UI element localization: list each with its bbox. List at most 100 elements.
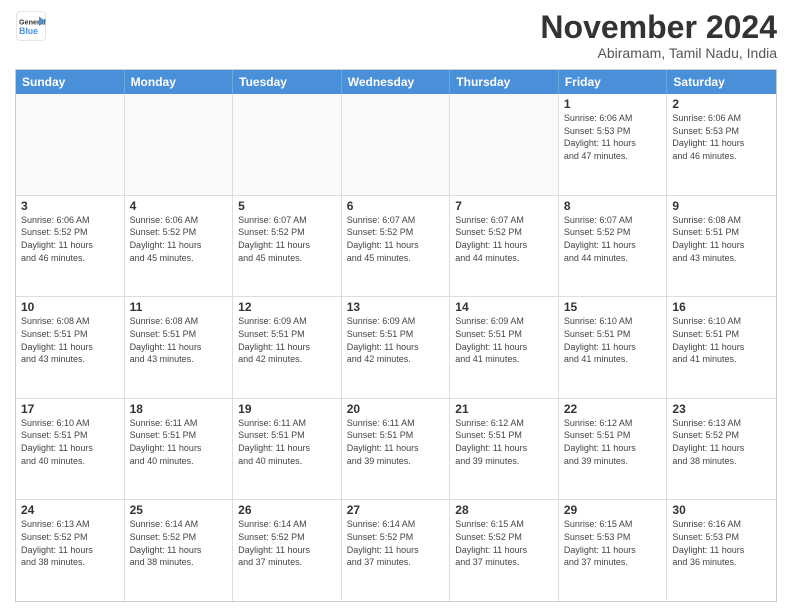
day-header-thursday: Thursday [450,70,559,94]
calendar-row-1: 1Sunrise: 6:06 AM Sunset: 5:53 PM Daylig… [16,94,776,195]
empty-cell [233,94,342,195]
day-cell-27: 27Sunrise: 6:14 AM Sunset: 5:52 PM Dayli… [342,500,451,601]
day-cell-22: 22Sunrise: 6:12 AM Sunset: 5:51 PM Dayli… [559,399,668,500]
day-number: 18 [130,402,228,416]
page: General Blue November 2024 Abiramam, Tam… [0,0,792,612]
day-cell-19: 19Sunrise: 6:11 AM Sunset: 5:51 PM Dayli… [233,399,342,500]
day-info: Sunrise: 6:07 AM Sunset: 5:52 PM Dayligh… [347,214,445,264]
day-cell-21: 21Sunrise: 6:12 AM Sunset: 5:51 PM Dayli… [450,399,559,500]
day-number: 29 [564,503,662,517]
day-number: 26 [238,503,336,517]
svg-text:Blue: Blue [19,26,38,36]
day-info: Sunrise: 6:14 AM Sunset: 5:52 PM Dayligh… [347,518,445,568]
calendar-header: SundayMondayTuesdayWednesdayThursdayFrid… [16,70,776,94]
day-info: Sunrise: 6:06 AM Sunset: 5:53 PM Dayligh… [672,112,771,162]
day-cell-25: 25Sunrise: 6:14 AM Sunset: 5:52 PM Dayli… [125,500,234,601]
day-info: Sunrise: 6:06 AM Sunset: 5:52 PM Dayligh… [21,214,119,264]
day-info: Sunrise: 6:07 AM Sunset: 5:52 PM Dayligh… [564,214,662,264]
day-number: 23 [672,402,771,416]
calendar-body: 1Sunrise: 6:06 AM Sunset: 5:53 PM Daylig… [16,94,776,601]
empty-cell [450,94,559,195]
month-title: November 2024 [540,10,777,45]
day-cell-18: 18Sunrise: 6:11 AM Sunset: 5:51 PM Dayli… [125,399,234,500]
day-info: Sunrise: 6:14 AM Sunset: 5:52 PM Dayligh… [130,518,228,568]
header: General Blue November 2024 Abiramam, Tam… [15,10,777,61]
day-info: Sunrise: 6:09 AM Sunset: 5:51 PM Dayligh… [238,315,336,365]
day-info: Sunrise: 6:11 AM Sunset: 5:51 PM Dayligh… [238,417,336,467]
calendar-row-5: 24Sunrise: 6:13 AM Sunset: 5:52 PM Dayli… [16,499,776,601]
day-cell-24: 24Sunrise: 6:13 AM Sunset: 5:52 PM Dayli… [16,500,125,601]
day-number: 13 [347,300,445,314]
day-cell-1: 1Sunrise: 6:06 AM Sunset: 5:53 PM Daylig… [559,94,668,195]
day-cell-26: 26Sunrise: 6:14 AM Sunset: 5:52 PM Dayli… [233,500,342,601]
day-cell-12: 12Sunrise: 6:09 AM Sunset: 5:51 PM Dayli… [233,297,342,398]
empty-cell [125,94,234,195]
day-number: 12 [238,300,336,314]
day-header-friday: Friday [559,70,668,94]
day-info: Sunrise: 6:07 AM Sunset: 5:52 PM Dayligh… [238,214,336,264]
calendar: SundayMondayTuesdayWednesdayThursdayFrid… [15,69,777,602]
location: Abiramam, Tamil Nadu, India [540,45,777,61]
day-number: 14 [455,300,553,314]
day-info: Sunrise: 6:08 AM Sunset: 5:51 PM Dayligh… [672,214,771,264]
day-info: Sunrise: 6:06 AM Sunset: 5:52 PM Dayligh… [130,214,228,264]
day-info: Sunrise: 6:15 AM Sunset: 5:53 PM Dayligh… [564,518,662,568]
day-number: 28 [455,503,553,517]
empty-cell [342,94,451,195]
day-cell-13: 13Sunrise: 6:09 AM Sunset: 5:51 PM Dayli… [342,297,451,398]
day-info: Sunrise: 6:08 AM Sunset: 5:51 PM Dayligh… [21,315,119,365]
day-number: 9 [672,199,771,213]
day-number: 17 [21,402,119,416]
day-cell-17: 17Sunrise: 6:10 AM Sunset: 5:51 PM Dayli… [16,399,125,500]
calendar-row-2: 3Sunrise: 6:06 AM Sunset: 5:52 PM Daylig… [16,195,776,297]
day-number: 6 [347,199,445,213]
day-info: Sunrise: 6:15 AM Sunset: 5:52 PM Dayligh… [455,518,553,568]
calendar-row-3: 10Sunrise: 6:08 AM Sunset: 5:51 PM Dayli… [16,296,776,398]
day-number: 25 [130,503,228,517]
day-header-monday: Monday [125,70,234,94]
day-number: 4 [130,199,228,213]
day-info: Sunrise: 6:10 AM Sunset: 5:51 PM Dayligh… [672,315,771,365]
day-cell-11: 11Sunrise: 6:08 AM Sunset: 5:51 PM Dayli… [125,297,234,398]
day-number: 5 [238,199,336,213]
day-number: 2 [672,97,771,111]
day-header-tuesday: Tuesday [233,70,342,94]
title-block: November 2024 Abiramam, Tamil Nadu, Indi… [540,10,777,61]
day-info: Sunrise: 6:16 AM Sunset: 5:53 PM Dayligh… [672,518,771,568]
day-number: 8 [564,199,662,213]
day-cell-2: 2Sunrise: 6:06 AM Sunset: 5:53 PM Daylig… [667,94,776,195]
day-number: 19 [238,402,336,416]
day-info: Sunrise: 6:10 AM Sunset: 5:51 PM Dayligh… [21,417,119,467]
day-cell-28: 28Sunrise: 6:15 AM Sunset: 5:52 PM Dayli… [450,500,559,601]
day-info: Sunrise: 6:10 AM Sunset: 5:51 PM Dayligh… [564,315,662,365]
day-cell-5: 5Sunrise: 6:07 AM Sunset: 5:52 PM Daylig… [233,196,342,297]
day-number: 22 [564,402,662,416]
empty-cell [16,94,125,195]
calendar-row-4: 17Sunrise: 6:10 AM Sunset: 5:51 PM Dayli… [16,398,776,500]
day-info: Sunrise: 6:14 AM Sunset: 5:52 PM Dayligh… [238,518,336,568]
day-number: 1 [564,97,662,111]
day-cell-29: 29Sunrise: 6:15 AM Sunset: 5:53 PM Dayli… [559,500,668,601]
day-cell-30: 30Sunrise: 6:16 AM Sunset: 5:53 PM Dayli… [667,500,776,601]
day-number: 20 [347,402,445,416]
day-info: Sunrise: 6:06 AM Sunset: 5:53 PM Dayligh… [564,112,662,162]
day-cell-20: 20Sunrise: 6:11 AM Sunset: 5:51 PM Dayli… [342,399,451,500]
day-info: Sunrise: 6:13 AM Sunset: 5:52 PM Dayligh… [672,417,771,467]
day-info: Sunrise: 6:09 AM Sunset: 5:51 PM Dayligh… [347,315,445,365]
day-cell-4: 4Sunrise: 6:06 AM Sunset: 5:52 PM Daylig… [125,196,234,297]
day-number: 21 [455,402,553,416]
day-info: Sunrise: 6:08 AM Sunset: 5:51 PM Dayligh… [130,315,228,365]
day-info: Sunrise: 6:11 AM Sunset: 5:51 PM Dayligh… [130,417,228,467]
day-number: 24 [21,503,119,517]
logo-icon: General Blue [15,10,47,42]
day-number: 7 [455,199,553,213]
day-cell-7: 7Sunrise: 6:07 AM Sunset: 5:52 PM Daylig… [450,196,559,297]
day-number: 15 [564,300,662,314]
day-cell-16: 16Sunrise: 6:10 AM Sunset: 5:51 PM Dayli… [667,297,776,398]
day-number: 3 [21,199,119,213]
logo: General Blue [15,10,47,42]
day-number: 27 [347,503,445,517]
day-header-sunday: Sunday [16,70,125,94]
day-cell-3: 3Sunrise: 6:06 AM Sunset: 5:52 PM Daylig… [16,196,125,297]
day-cell-14: 14Sunrise: 6:09 AM Sunset: 5:51 PM Dayli… [450,297,559,398]
